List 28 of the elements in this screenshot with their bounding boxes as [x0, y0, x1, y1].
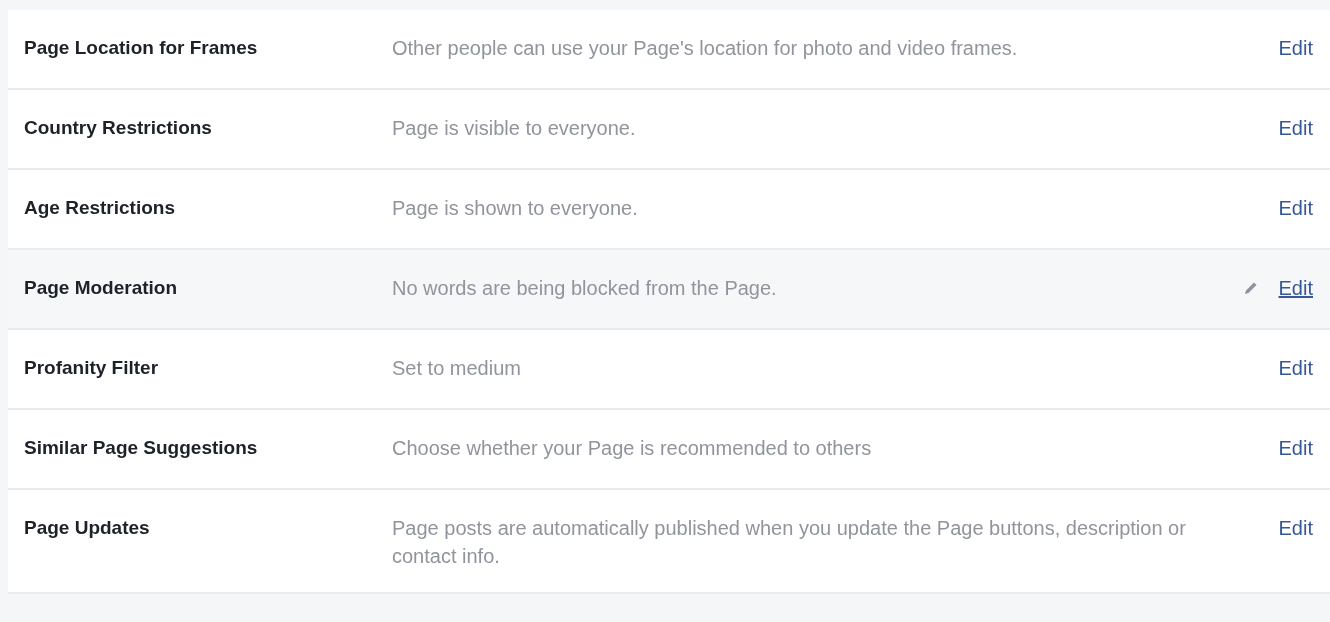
setting-description: No words are being blocked from the Page. — [392, 276, 778, 301]
setting-title: Country Restrictions — [24, 116, 213, 140]
setting-title: Page Location for Frames — [24, 36, 259, 60]
setting-description: Other people can use your Page's location for photo and video frames. — [392, 36, 1019, 61]
settings-row[interactable]: Age Restrictions Page is shown to everyone. Edit — [8, 170, 1330, 250]
edit-link[interactable]: Edit — [1278, 514, 1313, 542]
edit-link[interactable]: Edit — [1278, 194, 1313, 222]
edit-link[interactable]: Edit — [1278, 434, 1313, 462]
setting-title: Age Restrictions — [24, 196, 176, 220]
settings-row[interactable]: Profanity Filter Set to medium Edit — [8, 330, 1330, 410]
edit-link[interactable]: Edit — [1278, 274, 1313, 302]
setting-title: Page Updates — [24, 516, 151, 540]
settings-row[interactable]: Country Restrictions Page is visible to everyone. Edit — [8, 90, 1330, 170]
settings-row[interactable]: Page Location for Frames Other people can use your Page's location for photo and video frames. Edit — [8, 10, 1330, 90]
pencil-icon — [1242, 280, 1259, 296]
setting-description: Page posts are automatically published when you update the Page buttons, description or contact info. — [392, 516, 1187, 569]
setting-description: Set to medium — [392, 356, 522, 381]
edit-link[interactable]: Edit — [1278, 354, 1313, 382]
settings-row[interactable]: Similar Page Suggestions Choose whether your Page is recommended to others Edit — [8, 410, 1330, 490]
setting-description: Choose whether your Page is recommended to others — [392, 436, 873, 461]
edit-link[interactable]: Edit — [1278, 34, 1313, 62]
setting-title: Profanity Filter — [24, 356, 160, 380]
edit-link[interactable]: Edit — [1278, 114, 1313, 142]
setting-description: Page is visible to everyone. — [392, 116, 637, 141]
settings-row[interactable]: Page Updates Page posts are automatically published when you update the Page buttons, description or contact info. Edit — [8, 490, 1330, 594]
setting-description: Page is shown to everyone. — [392, 196, 639, 221]
setting-title: Page Moderation — [24, 276, 179, 300]
setting-title: Similar Page Suggestions — [24, 436, 259, 460]
